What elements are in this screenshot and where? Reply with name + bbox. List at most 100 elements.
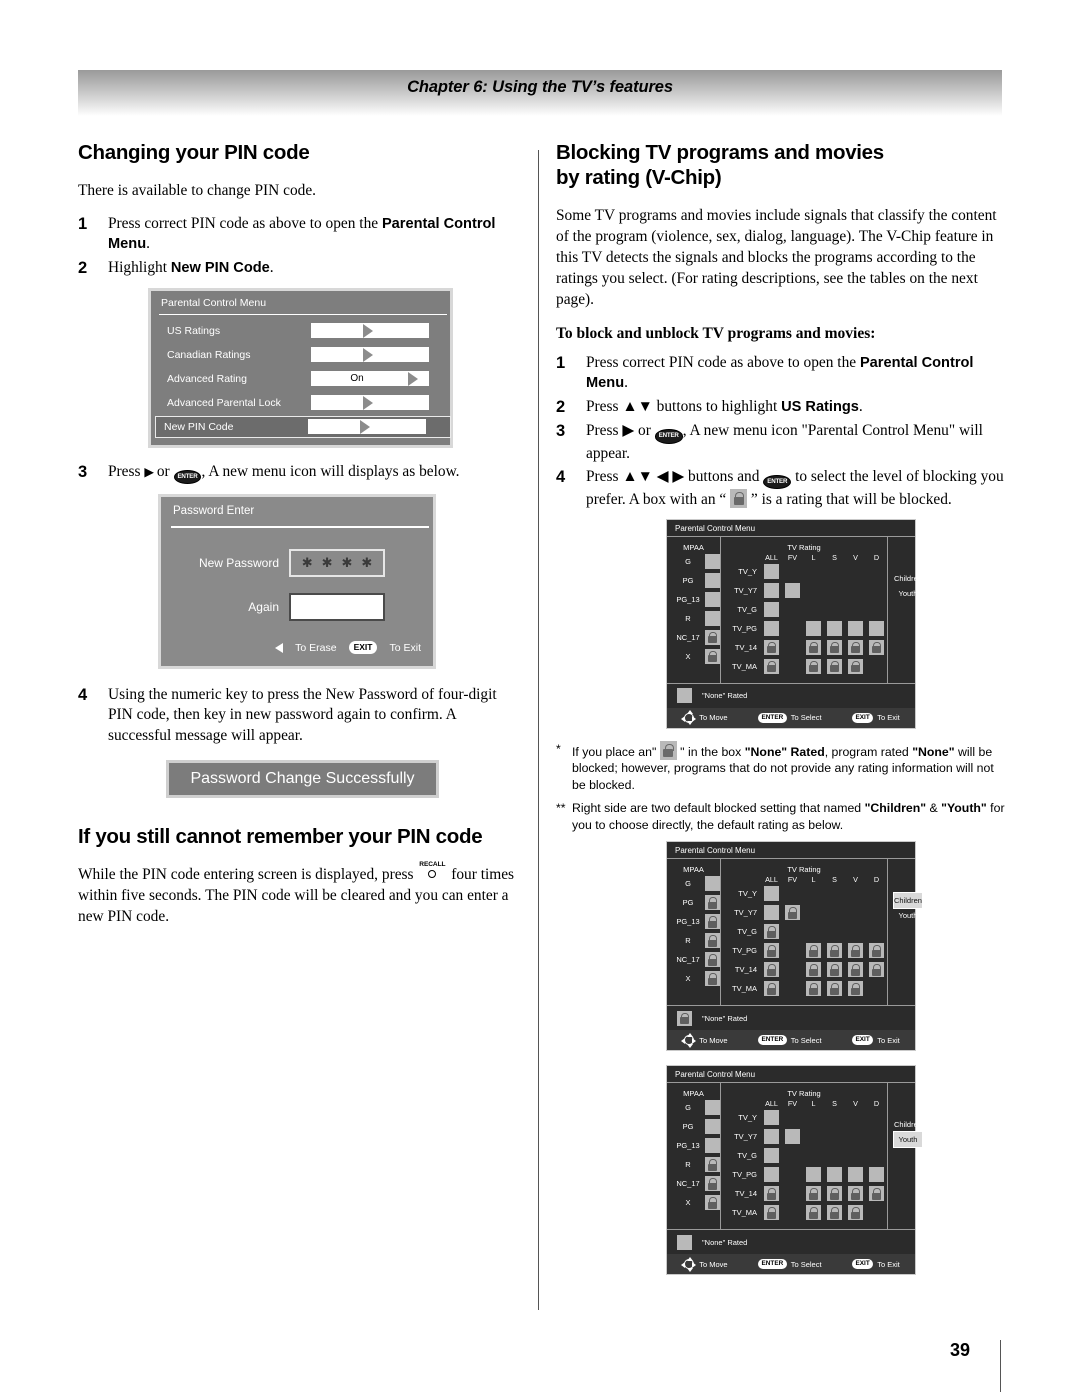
- mpaa-row[interactable]: PG_13: [667, 1136, 720, 1155]
- mpaa-row[interactable]: NC_17: [667, 628, 720, 647]
- tv-rating-row[interactable]: TV_Y: [721, 562, 887, 581]
- tv-rating-row[interactable]: TV_Y7: [721, 581, 887, 600]
- none-rated-row[interactable]: "None" Rated: [667, 1230, 915, 1254]
- tv-cell-tv_14-v[interactable]: [848, 639, 863, 655]
- tv-cell-tv_14-l[interactable]: [806, 962, 821, 978]
- tv-rating-row[interactable]: TV_Y7: [721, 1127, 887, 1146]
- mpaa-row[interactable]: PG_13: [667, 590, 720, 609]
- menu-row-value[interactable]: On: [311, 371, 429, 387]
- none-rated-row[interactable]: "None" Rated: [667, 684, 915, 708]
- preset-option-youth[interactable]: Youth: [894, 908, 922, 923]
- mpaa-cell-r[interactable]: [705, 610, 720, 626]
- tv-cell-tv_ma-v[interactable]: [848, 1205, 863, 1221]
- tv-cell-tv_pg-all[interactable]: [764, 943, 779, 959]
- mpaa-cell-r[interactable]: [705, 933, 720, 949]
- tv-cell-tv_14-d[interactable]: [869, 962, 884, 978]
- tv-cell-tv_pg-s[interactable]: [827, 943, 842, 959]
- tv-cell-tv_14-d[interactable]: [869, 639, 884, 655]
- mpaa-cell-nc_17[interactable]: [705, 1176, 720, 1192]
- tv-rating-row[interactable]: TV_G: [721, 1146, 887, 1165]
- mpaa-cell-pg[interactable]: [705, 572, 720, 588]
- mpaa-row[interactable]: G: [667, 552, 720, 571]
- tv-cell-tv_y7-fv[interactable]: [785, 905, 800, 921]
- tv-rating-row[interactable]: TV_G: [721, 922, 887, 941]
- mpaa-row[interactable]: PG: [667, 893, 720, 912]
- preset-option-youth[interactable]: Youth: [893, 1131, 923, 1149]
- tv-cell-tv_g-all[interactable]: [764, 601, 779, 617]
- mpaa-cell-x[interactable]: [705, 1195, 720, 1211]
- mpaa-cell-pg[interactable]: [705, 895, 720, 911]
- mpaa-row[interactable]: NC_17: [667, 1174, 720, 1193]
- tv-cell-tv_ma-l[interactable]: [806, 658, 821, 674]
- none-rated-box[interactable]: [677, 1010, 692, 1026]
- tv-cell-tv_ma-v[interactable]: [848, 658, 863, 674]
- tv-rating-row[interactable]: TV_PG: [721, 941, 887, 960]
- mpaa-row[interactable]: PG: [667, 571, 720, 590]
- tv-cell-tv_y-all[interactable]: [764, 886, 779, 902]
- tv-cell-tv_ma-v[interactable]: [848, 981, 863, 997]
- menu-row-us-ratings[interactable]: US Ratings: [159, 321, 448, 341]
- tv-cell-tv_y-all[interactable]: [764, 1110, 779, 1126]
- mpaa-row[interactable]: G: [667, 874, 720, 893]
- tv-cell-tv_pg-s[interactable]: [827, 1167, 842, 1183]
- mpaa-row[interactable]: G: [667, 1098, 720, 1117]
- mpaa-row[interactable]: X: [667, 647, 720, 666]
- tv-cell-tv_pg-l[interactable]: [806, 943, 821, 959]
- mpaa-row[interactable]: R: [667, 609, 720, 628]
- tv-cell-tv_pg-all[interactable]: [764, 1167, 779, 1183]
- tv-rating-row[interactable]: TV_14: [721, 638, 887, 657]
- mpaa-cell-pg[interactable]: [705, 1119, 720, 1135]
- preset-option-children[interactable]: Children: [893, 892, 923, 910]
- tv-cell-tv_pg-v[interactable]: [848, 620, 863, 636]
- menu-row-new-pin-code[interactable]: New PIN Code: [155, 415, 451, 438]
- tv-cell-tv_pg-l[interactable]: [806, 1167, 821, 1183]
- tv-cell-tv_y7-fv[interactable]: [785, 582, 800, 598]
- tv-cell-tv_y7-all[interactable]: [764, 582, 779, 598]
- menu-row-value[interactable]: [311, 323, 429, 339]
- menu-row-value[interactable]: [311, 395, 429, 411]
- tv-cell-tv_ma-s[interactable]: [827, 981, 842, 997]
- tv-rating-row[interactable]: TV_G: [721, 600, 887, 619]
- tv-cell-tv_pg-s[interactable]: [827, 620, 842, 636]
- preset-option-children[interactable]: Children: [894, 571, 922, 586]
- tv-rating-row[interactable]: TV_MA: [721, 979, 887, 998]
- tv-cell-tv_g-all[interactable]: [764, 1148, 779, 1164]
- menu-row-advanced-parental-lock[interactable]: Advanced Parental Lock: [159, 393, 448, 413]
- tv-cell-tv_ma-all[interactable]: [764, 981, 779, 997]
- mpaa-row[interactable]: X: [667, 969, 720, 988]
- mpaa-cell-nc_17[interactable]: [705, 952, 720, 968]
- again-field[interactable]: [289, 592, 385, 621]
- tv-cell-tv_14-all[interactable]: [764, 639, 779, 655]
- tv-cell-tv_14-v[interactable]: [848, 962, 863, 978]
- menu-row-canadian-ratings[interactable]: Canadian Ratings: [159, 345, 448, 365]
- tv-rating-row[interactable]: TV_Y: [721, 884, 887, 903]
- tv-cell-tv_ma-s[interactable]: [827, 1205, 842, 1221]
- tv-cell-tv_14-s[interactable]: [827, 639, 842, 655]
- mpaa-row[interactable]: X: [667, 1193, 720, 1212]
- tv-cell-tv_ma-l[interactable]: [806, 981, 821, 997]
- tv-cell-tv_ma-s[interactable]: [827, 658, 842, 674]
- tv-rating-row[interactable]: TV_PG: [721, 619, 887, 638]
- mpaa-row[interactable]: PG: [667, 1117, 720, 1136]
- tv-rating-row[interactable]: TV_Y: [721, 1108, 887, 1127]
- none-rated-row[interactable]: "None" Rated: [667, 1006, 915, 1030]
- tv-cell-tv_14-all[interactable]: [764, 962, 779, 978]
- tv-cell-tv_14-v[interactable]: [848, 1186, 863, 1202]
- mpaa-row[interactable]: R: [667, 1155, 720, 1174]
- tv-cell-tv_y7-fv[interactable]: [785, 1129, 800, 1145]
- tv-cell-tv_14-s[interactable]: [827, 1186, 842, 1202]
- new-password-field[interactable]: ✱ ✱ ✱ ✱: [289, 548, 385, 577]
- mpaa-cell-pg_13[interactable]: [705, 1138, 720, 1154]
- tv-cell-tv_pg-l[interactable]: [806, 620, 821, 636]
- none-rated-box[interactable]: [677, 1234, 692, 1250]
- mpaa-cell-g[interactable]: [705, 1100, 720, 1116]
- tv-cell-tv_ma-l[interactable]: [806, 1205, 821, 1221]
- mpaa-row[interactable]: R: [667, 931, 720, 950]
- none-rated-box[interactable]: [677, 688, 692, 704]
- tv-cell-tv_y7-all[interactable]: [764, 905, 779, 921]
- tv-rating-row[interactable]: TV_14: [721, 1184, 887, 1203]
- tv-cell-tv_14-l[interactable]: [806, 639, 821, 655]
- mpaa-cell-g[interactable]: [705, 876, 720, 892]
- preset-option-children[interactable]: Children: [894, 1117, 922, 1132]
- tv-cell-tv_pg-d[interactable]: [869, 620, 884, 636]
